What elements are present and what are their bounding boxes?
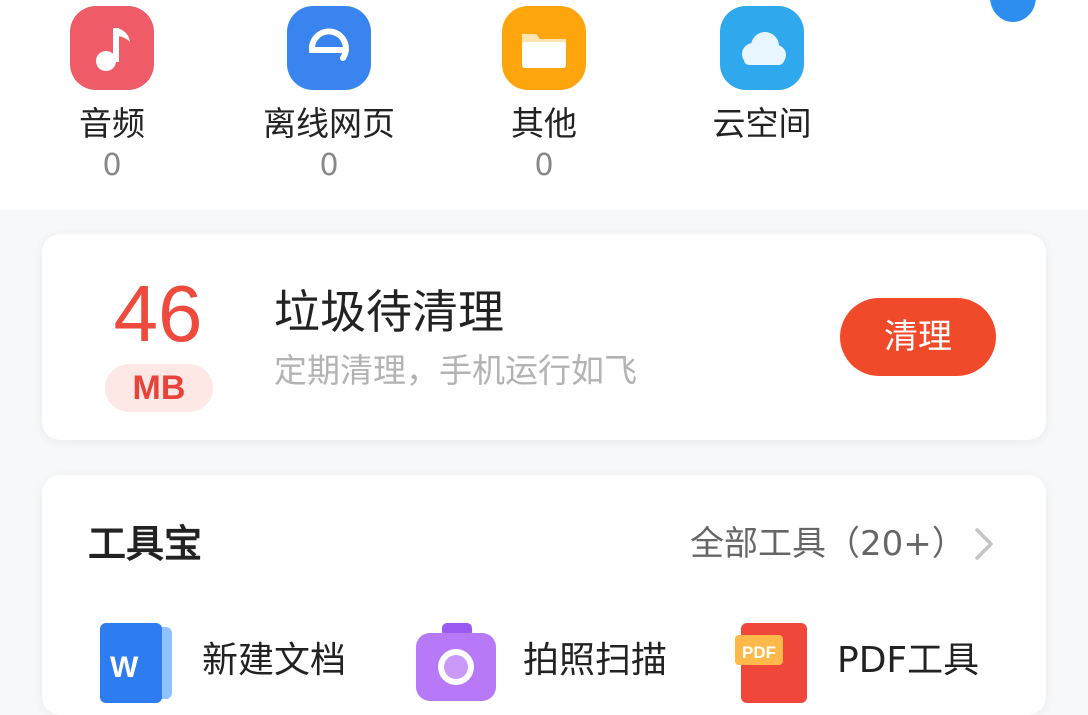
category-count: 0 xyxy=(102,148,122,183)
category-label: 音频 xyxy=(79,104,145,143)
junk-size-value: 46 xyxy=(113,269,203,358)
camera-scan-icon xyxy=(416,623,496,701)
clean-button[interactable]: 清理 xyxy=(840,298,996,376)
file-categories-panel: 音频 0 离线网页 0 其他 0 云空间 xyxy=(0,0,1088,210)
cloud-icon xyxy=(720,6,804,90)
category-other[interactable]: 其他 0 xyxy=(459,6,629,184)
tool-photo-scan[interactable]: 拍照扫描 xyxy=(416,623,716,703)
tool-label: 拍照扫描 xyxy=(523,640,668,681)
category-count: 0 xyxy=(319,148,339,183)
category-label: 云空间 xyxy=(712,104,812,143)
tool-new-document[interactable]: W 新建文档 xyxy=(98,623,388,703)
category-count: 0 xyxy=(534,148,554,183)
junk-cleaner-title: 垃圾待清理 xyxy=(274,285,504,339)
floating-assistant-icon[interactable] xyxy=(990,0,1036,22)
browser-e-icon xyxy=(287,6,371,90)
category-cloud-space[interactable]: 云空间 xyxy=(677,6,847,148)
tool-pdf[interactable]: PDF PDF工具 xyxy=(735,623,1015,703)
chevron-right-icon[interactable] xyxy=(972,525,996,563)
tool-label: 新建文档 xyxy=(202,640,347,681)
svg-text:W: W xyxy=(110,651,139,684)
category-label: 离线网页 xyxy=(263,104,395,143)
category-offline-webpages[interactable]: 离线网页 0 xyxy=(244,6,414,184)
junk-cleaner-card: 46 MB 垃圾待清理 定期清理，手机运行如飞 清理 xyxy=(42,234,1046,440)
junk-cleaner-subtitle: 定期清理，手机运行如飞 xyxy=(274,351,637,390)
toolbox-card: 工具宝 全部工具（20+） W 新建文档 拍照扫描 PDF PDF工具 xyxy=(42,475,1046,715)
tool-label: PDF工具 xyxy=(837,640,980,681)
word-document-icon: W xyxy=(100,623,172,703)
pdf-icon: PDF xyxy=(735,623,807,703)
folder-icon xyxy=(502,6,586,90)
category-audio[interactable]: 音频 0 xyxy=(27,6,197,184)
toolbox-title: 工具宝 xyxy=(88,522,203,566)
all-tools-link[interactable]: 全部工具（20+） xyxy=(690,523,966,565)
category-label: 其他 xyxy=(511,104,577,143)
svg-text:PDF: PDF xyxy=(742,643,776,662)
junk-size-unit-badge: MB xyxy=(105,364,213,412)
music-note-icon xyxy=(70,6,154,90)
